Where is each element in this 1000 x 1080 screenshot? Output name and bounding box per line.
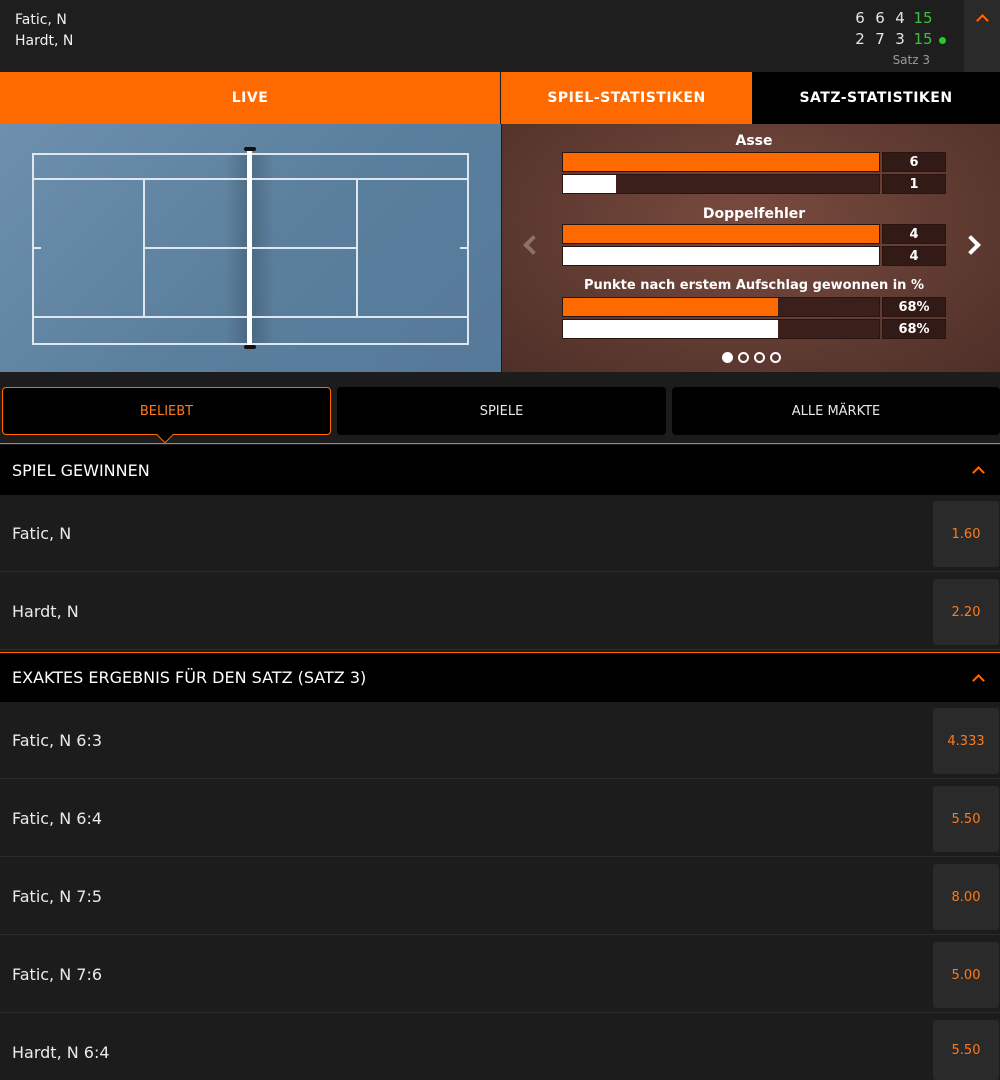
stat-bar-fill — [563, 225, 879, 243]
market-filter-bar: BELIEBT SPIELE ALLE MÄRKTE — [0, 372, 1000, 444]
odds-button[interactable]: 5.00 — [933, 942, 999, 1008]
match-statistics-panel: Asse 6 1 Doppelfehler 4 4 Punkte nach er… — [502, 124, 1000, 372]
market-selection-row: Hardt, N 6:4 5.50 — [0, 1014, 1000, 1080]
stat-bar-fill — [563, 247, 879, 265]
pagination-dot[interactable] — [721, 352, 733, 363]
player-1-name: Fatic, N — [15, 12, 67, 28]
stat-bar-fill — [563, 320, 778, 338]
collapse-header-button[interactable] — [964, 0, 1000, 72]
serve-indicator-icon — [938, 37, 946, 44]
market-header-spiel-gewinnen[interactable]: SPIEL GEWINNEN — [0, 445, 1000, 495]
pagination-dot[interactable] — [753, 352, 765, 363]
tab-live[interactable]: LIVE — [0, 72, 501, 124]
stat-title-first-serve-points: Punkte nach erstem Aufschlag gewonnen in… — [584, 278, 924, 293]
game-points: 15 — [913, 9, 933, 27]
selection-name: Fatic, N 7:5 — [12, 887, 103, 906]
market-title: EXAKTES ERGEBNIS FÜR DEN SATZ (SATZ 3) — [12, 668, 367, 687]
scoreboard: 6 6 4 15 2 7 3 15 — [850, 8, 948, 50]
stat-value: 68% — [882, 319, 946, 339]
chevron-up-icon — [972, 674, 985, 687]
stat-bar-first-serve-player-2: 68% — [562, 319, 946, 339]
selection-name: Hardt, N — [12, 602, 79, 621]
set-score: 6 — [855, 9, 865, 27]
chevron-up-icon — [972, 466, 985, 479]
tennis-court-graphic — [32, 147, 469, 349]
selection-name: Fatic, N — [12, 524, 72, 543]
selection-name: Fatic, N 7:6 — [12, 965, 103, 984]
odds-button[interactable]: 1.60 — [933, 501, 999, 567]
stat-bar-doppelfehler-player-2: 4 — [562, 246, 946, 266]
player-names: Fatic, N Hardt, N — [15, 10, 73, 52]
stat-bar-track — [562, 319, 880, 339]
stat-bar-track — [562, 224, 880, 244]
odds-button[interactable]: 8.00 — [933, 864, 999, 930]
previous-stats-arrow-icon[interactable] — [523, 235, 543, 255]
stat-value: 6 — [882, 152, 946, 172]
stat-bar-asse-player-2: 1 — [562, 174, 946, 194]
odds-button[interactable]: 2.20 — [933, 579, 999, 645]
stat-bar-fill — [563, 298, 778, 316]
market-selection-row: Fatic, N 1.60 — [0, 495, 1000, 572]
filter-tab-alle-maerkte[interactable]: ALLE MÄRKTE — [672, 387, 1000, 435]
selection-name: Hardt, N 6:4 — [12, 1043, 110, 1062]
stat-value: 4 — [882, 224, 946, 244]
market-selection-row: Fatic, N 6:3 4.333 — [0, 702, 1000, 779]
stat-title-doppelfehler: Doppelfehler — [702, 206, 806, 222]
market-selection-row: Hardt, N 2.20 — [0, 573, 1000, 650]
set-score: 7 — [875, 30, 885, 48]
chevron-up-icon — [975, 14, 989, 27]
market-header-exaktes-ergebnis[interactable]: EXAKTES ERGEBNIS FÜR DEN SATZ (SATZ 3) — [0, 652, 1000, 702]
odds-button[interactable]: 5.50 — [933, 786, 999, 852]
market-selection-row: Fatic, N 7:6 5.00 — [0, 936, 1000, 1013]
top-tabs: LIVE SPIEL-STATISTIKEN SATZ-STATISTIKEN — [0, 72, 1000, 124]
set-score: 3 — [895, 30, 905, 48]
tab-satz-statistiken[interactable]: SATZ-STATISTIKEN — [752, 72, 1000, 124]
score-row-player-1: 6 6 4 15 — [850, 8, 948, 29]
stat-bar-first-serve-player-1: 68% — [562, 297, 946, 317]
stat-bar-track — [562, 246, 880, 266]
tennis-court-view — [0, 124, 501, 372]
stats-pagination — [502, 352, 1000, 363]
pagination-dot[interactable] — [769, 352, 781, 363]
stat-bar-asse-player-1: 6 — [562, 152, 946, 172]
stat-bar-doppelfehler-player-1: 4 — [562, 224, 946, 244]
tab-spiel-statistiken[interactable]: SPIEL-STATISTIKEN — [501, 72, 752, 124]
set-score: 6 — [875, 9, 885, 27]
player-2-name: Hardt, N — [15, 33, 74, 49]
game-points: 15 — [913, 30, 933, 48]
stat-bar-track — [562, 174, 880, 194]
selection-name: Fatic, N 6:3 — [12, 731, 103, 750]
odds-button[interactable]: 5.50 — [933, 1020, 999, 1080]
market-title: SPIEL GEWINNEN — [12, 460, 150, 480]
market-selection-row: Fatic, N 6:4 5.50 — [0, 780, 1000, 857]
set-score: 4 — [895, 9, 905, 27]
stat-bar-track — [562, 152, 880, 172]
odds-button[interactable]: 4.333 — [933, 708, 999, 774]
stat-title-asse: Asse — [735, 133, 773, 149]
pagination-dot[interactable] — [737, 352, 749, 363]
current-set-label: Satz 3 — [892, 53, 930, 67]
filter-tab-spiele[interactable]: SPIELE — [337, 387, 666, 435]
stat-value: 4 — [882, 246, 946, 266]
selection-name: Fatic, N 6:4 — [12, 809, 103, 828]
stat-bar-fill — [563, 153, 879, 171]
stat-bar-fill — [563, 175, 616, 193]
stat-value: 1 — [882, 174, 946, 194]
stat-bar-track — [562, 297, 880, 317]
stat-value: 68% — [882, 297, 946, 317]
next-stats-arrow-icon[interactable] — [961, 235, 981, 255]
serve-slot — [936, 29, 948, 50]
score-row-player-2: 2 7 3 15 — [850, 29, 948, 50]
set-score: 2 — [855, 30, 865, 48]
score-header: Fatic, N Hardt, N 6 6 4 15 2 7 3 15 Satz… — [0, 0, 1000, 72]
market-selection-row: Fatic, N 7:5 8.00 — [0, 858, 1000, 935]
